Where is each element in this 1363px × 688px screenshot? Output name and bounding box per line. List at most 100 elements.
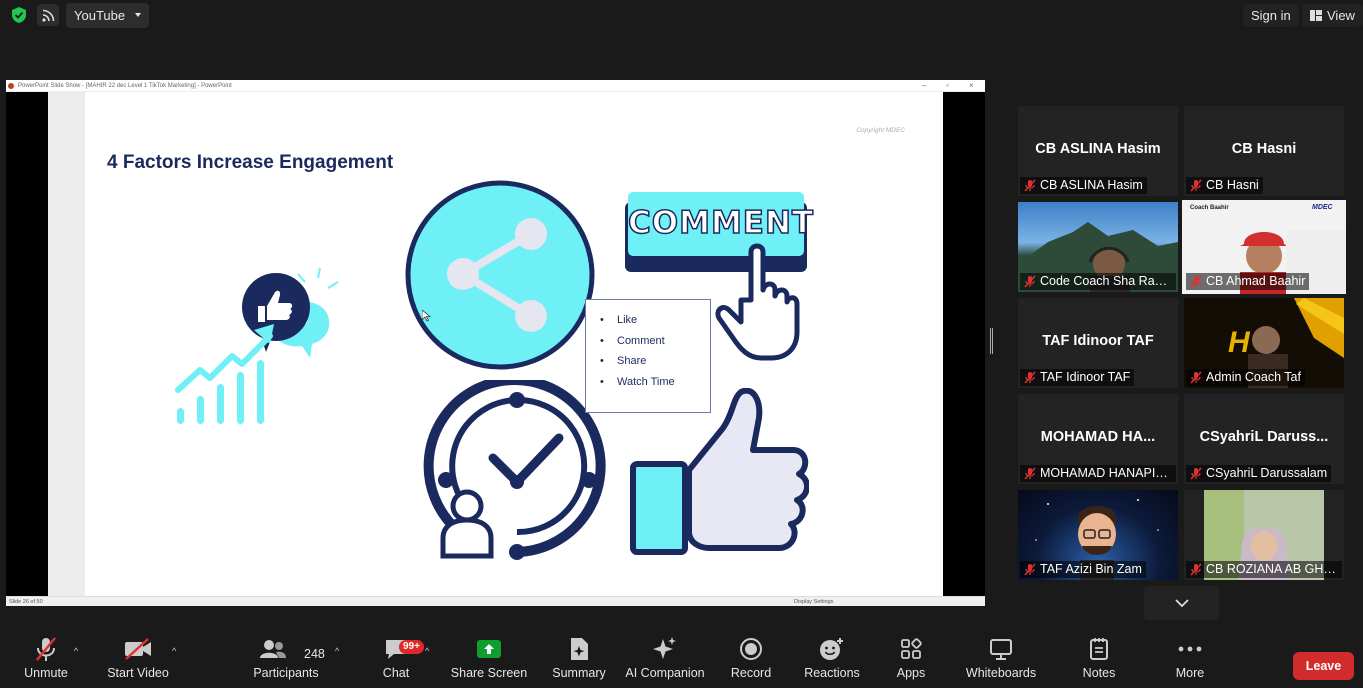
participant-tile[interactable]: CB Hasni CB Hasni [1184, 106, 1344, 196]
sign-in-button[interactable]: Sign in [1243, 4, 1299, 27]
panel-resize-handle[interactable] [990, 328, 993, 354]
muted-mic-icon [1024, 371, 1036, 384]
whiteboards-button[interactable]: Whiteboards [965, 632, 1037, 688]
participants-icon [260, 640, 286, 658]
live-stream-dropdown[interactable]: YouTube [66, 3, 150, 28]
whiteboard-icon [990, 639, 1012, 660]
participant-name: CSyahriL Darussalam [1206, 466, 1328, 480]
participant-name: Code Coach Sha Ravi... [1040, 274, 1175, 288]
muted-mic-icon [1024, 275, 1036, 288]
share-icon [405, 180, 595, 370]
chat-label: Chat [382, 666, 410, 680]
slideshow-status-bar: Slide 26 of 50 Display Settings [6, 596, 985, 606]
muted-mic-icon [1024, 179, 1036, 192]
ai-companion-button[interactable]: AI Companion [625, 632, 705, 688]
video-options-caret-icon[interactable]: ^ [172, 646, 176, 656]
ai-companion-sparkle-icon [653, 637, 676, 659]
notes-button[interactable]: Notes [1081, 632, 1117, 688]
participant-tile[interactable]: CSyahriL Daruss... CSyahriL Darussalam [1184, 394, 1344, 484]
svg-text:H: H [1228, 326, 1251, 359]
notes-label: Notes [1082, 666, 1116, 680]
participant-name: CB ROZIANA AB GHANI [1206, 562, 1342, 576]
encryption-shield-icon[interactable] [8, 4, 30, 26]
leave-button[interactable]: Leave [1293, 652, 1354, 680]
share-screen-icon [477, 640, 501, 658]
participant-name: CB ASLINA Hasim [1040, 178, 1143, 192]
bullet-item: Like [600, 314, 710, 335]
start-video-label: Start Video [107, 666, 169, 680]
chat-unread-badge: 99+ [399, 640, 424, 654]
share-screen-button[interactable]: Share Screen [451, 632, 527, 688]
participant-tile[interactable]: MOHAMAD HA... MOHAMAD HANAPIA... [1018, 394, 1178, 484]
unmute-button[interactable]: Unmute [24, 632, 68, 688]
display-settings-button[interactable]: Display Settings [794, 597, 833, 607]
participant-name: Admin Coach Taf [1206, 370, 1301, 384]
reactions-button[interactable]: Reactions [804, 632, 860, 688]
muted-mic-icon [1190, 563, 1202, 576]
participant-tile[interactable]: CB ROZIANA AB GHANI [1184, 490, 1344, 580]
muted-mic-icon [1190, 467, 1202, 480]
presentation-slide: Copyright MDEC 4 Factors Increase Engage… [85, 92, 943, 596]
participant-name-bar: CB ASLINA Hasim [1020, 177, 1147, 194]
live-stream-icon[interactable] [37, 4, 59, 26]
grid-view-icon [1310, 10, 1322, 21]
video-off-icon [125, 638, 151, 660]
participant-tile-active-speaker[interactable]: Coach Baahir MDEC CB Ahmad Baahir [1182, 200, 1346, 294]
participant-tile[interactable]: TAF Idinoor TAF TAF Idinoor TAF [1018, 298, 1178, 388]
participants-count: 248 [304, 647, 325, 661]
slide-margin [48, 92, 85, 596]
participant-name-bar: Code Coach Sha Ravi... [1020, 273, 1176, 290]
chat-options-caret-icon[interactable]: ^ [425, 646, 429, 656]
mdec-logo: MDEC [1312, 204, 1333, 211]
record-label: Record [730, 666, 772, 680]
summary-label: Summary [552, 666, 606, 680]
bullet-item: Share [600, 355, 710, 376]
slide-title: 4 Factors Increase Engagement [107, 152, 394, 173]
audio-options-caret-icon[interactable]: ^ [74, 646, 78, 656]
muted-mic-icon [1190, 275, 1202, 288]
participant-display-name: TAF Idinoor TAF [1042, 333, 1154, 349]
apps-icon [901, 638, 922, 659]
muted-mic-icon [1024, 563, 1036, 576]
participants-options-caret-icon[interactable]: ^ [335, 646, 339, 656]
reactions-label: Reactions [804, 666, 860, 680]
participant-name: CB Ahmad Baahir [1206, 274, 1306, 288]
summary-button[interactable]: Summary [552, 632, 606, 688]
watch-time-clock-icon [423, 380, 606, 560]
mouse-cursor-icon [422, 310, 431, 322]
participant-tile[interactable]: TAF Azizi Bin Zam [1018, 490, 1178, 580]
participants-label: Participants [253, 666, 319, 680]
record-button[interactable]: Record [731, 632, 771, 688]
apps-label: Apps [896, 666, 926, 680]
participant-tile[interactable]: CB ASLINA Hasim CB ASLINA Hasim [1018, 106, 1178, 196]
muted-microphone-icon [36, 637, 56, 661]
apps-button[interactable]: Apps [895, 632, 927, 688]
restore-icon: ▫ [946, 81, 949, 90]
engagement-growth-illustration [175, 267, 339, 424]
like-thumbs-up-icon [630, 388, 809, 555]
view-button[interactable]: View [1302, 4, 1363, 27]
bullet-item: Comment [600, 335, 710, 356]
more-button[interactable]: More [1172, 632, 1208, 688]
letterbox-right [943, 92, 985, 596]
unmute-label: Unmute [24, 666, 68, 680]
video-caption: Coach Baahir [1190, 205, 1229, 211]
participant-tile[interactable]: H Admin Coach Taf [1184, 298, 1344, 388]
record-icon [740, 638, 762, 660]
powerpoint-icon [8, 83, 14, 89]
factors-bullet-list: Like Comment Share Watch Time [585, 299, 711, 413]
slide-copyright: Copyright MDEC [856, 127, 905, 134]
participant-tile[interactable]: Code Coach Sha Ravi... [1018, 202, 1178, 292]
start-video-button[interactable]: Start Video [107, 632, 169, 688]
participant-display-name: CB ASLINA Hasim [1035, 141, 1161, 157]
comment-banner-text: COMMENT [627, 204, 815, 242]
whiteboards-label: Whiteboards [965, 666, 1037, 680]
close-icon: × [969, 81, 974, 90]
participant-name-bar: CB ROZIANA AB GHANI [1186, 561, 1342, 578]
bullet-item: Watch Time [600, 376, 710, 397]
reactions-smiley-icon [820, 638, 843, 660]
participant-name-bar: CSyahriL Darussalam [1186, 465, 1332, 482]
muted-mic-icon [1024, 467, 1036, 480]
chevron-down-icon [1174, 599, 1189, 607]
gallery-next-page-button[interactable] [1144, 586, 1219, 620]
